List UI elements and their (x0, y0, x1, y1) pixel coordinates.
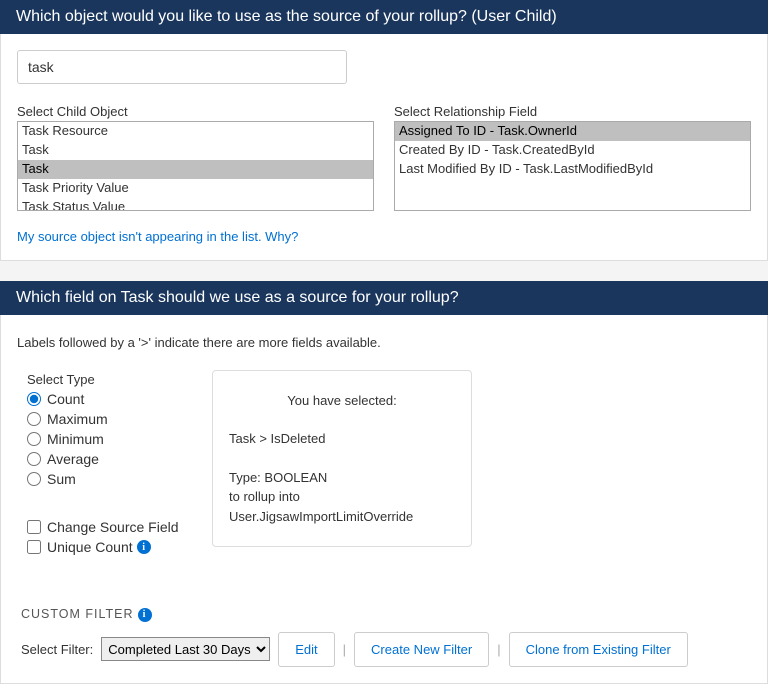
list-item[interactable]: Last Modified By ID - Task.LastModifiedB… (395, 160, 750, 179)
radio-label: Count (47, 391, 84, 407)
select-filter-label: Select Filter: (21, 642, 93, 657)
edit-button[interactable]: Edit (278, 632, 334, 667)
list-item[interactable]: Task (18, 160, 373, 179)
preview-target: User.JigsawImportLimitOverride (229, 507, 455, 527)
radio-label: Sum (47, 471, 76, 487)
list-item[interactable]: Task Status Value (18, 198, 373, 211)
section2-header: Which field on Task should we use as a s… (0, 281, 768, 315)
relationship-field-label: Select Relationship Field (394, 104, 751, 119)
radio-maximum[interactable]: Maximum (27, 409, 192, 429)
preview-title: You have selected: (229, 391, 455, 411)
list-item[interactable]: Task Priority Value (18, 179, 373, 198)
checkbox-label: Unique Count (47, 539, 133, 555)
clone-filter-button[interactable]: Clone from Existing Filter (509, 632, 688, 667)
radio-label: Minimum (47, 431, 104, 447)
section1-header: Which object would you like to use as th… (0, 0, 768, 34)
preview-path: Task > IsDeleted (229, 429, 455, 449)
section2-subtext: Labels followed by a '>' indicate there … (17, 335, 751, 350)
list-item[interactable]: Task Resource (18, 122, 373, 141)
radio-label: Maximum (47, 411, 108, 427)
preview-rollup: to rollup into (229, 487, 455, 507)
checkbox-unique-count[interactable]: Unique Count i (27, 537, 192, 557)
radio-label: Average (47, 451, 99, 467)
preview-type: Type: BOOLEAN (229, 468, 455, 488)
child-object-label: Select Child Object (17, 104, 374, 119)
relationship-listbox[interactable]: Assigned To ID - Task.OwnerId Created By… (394, 121, 751, 211)
list-item[interactable]: Created By ID - Task.CreatedById (395, 141, 750, 160)
radio-count[interactable]: Count (27, 389, 192, 409)
info-icon[interactable]: i (137, 540, 151, 554)
list-item[interactable]: Assigned To ID - Task.OwnerId (395, 122, 750, 141)
create-filter-button[interactable]: Create New Filter (354, 632, 489, 667)
filter-select[interactable]: Completed Last 30 Days (101, 637, 270, 661)
select-type-label: Select Type (27, 372, 192, 387)
separator: | (497, 642, 500, 657)
list-item[interactable]: Task (18, 141, 373, 160)
search-input[interactable] (17, 50, 347, 84)
radio-sum[interactable]: Sum (27, 469, 192, 489)
selection-preview: You have selected: Task > IsDeleted Type… (212, 370, 472, 547)
custom-filter-title: CUSTOM FILTERi (21, 607, 751, 622)
section1-body: Select Child Object Task Resource Task T… (0, 34, 768, 261)
info-icon[interactable]: i (138, 608, 152, 622)
child-object-listbox[interactable]: Task Resource Task Task Task Priority Va… (17, 121, 374, 211)
separator: | (343, 642, 346, 657)
radio-minimum[interactable]: Minimum (27, 429, 192, 449)
radio-average[interactable]: Average (27, 449, 192, 469)
help-link[interactable]: My source object isn't appearing in the … (17, 229, 298, 244)
checkbox-label: Change Source Field (47, 519, 179, 535)
section2-body: Labels followed by a '>' indicate there … (0, 315, 768, 684)
checkbox-change-source[interactable]: Change Source Field (27, 517, 192, 537)
